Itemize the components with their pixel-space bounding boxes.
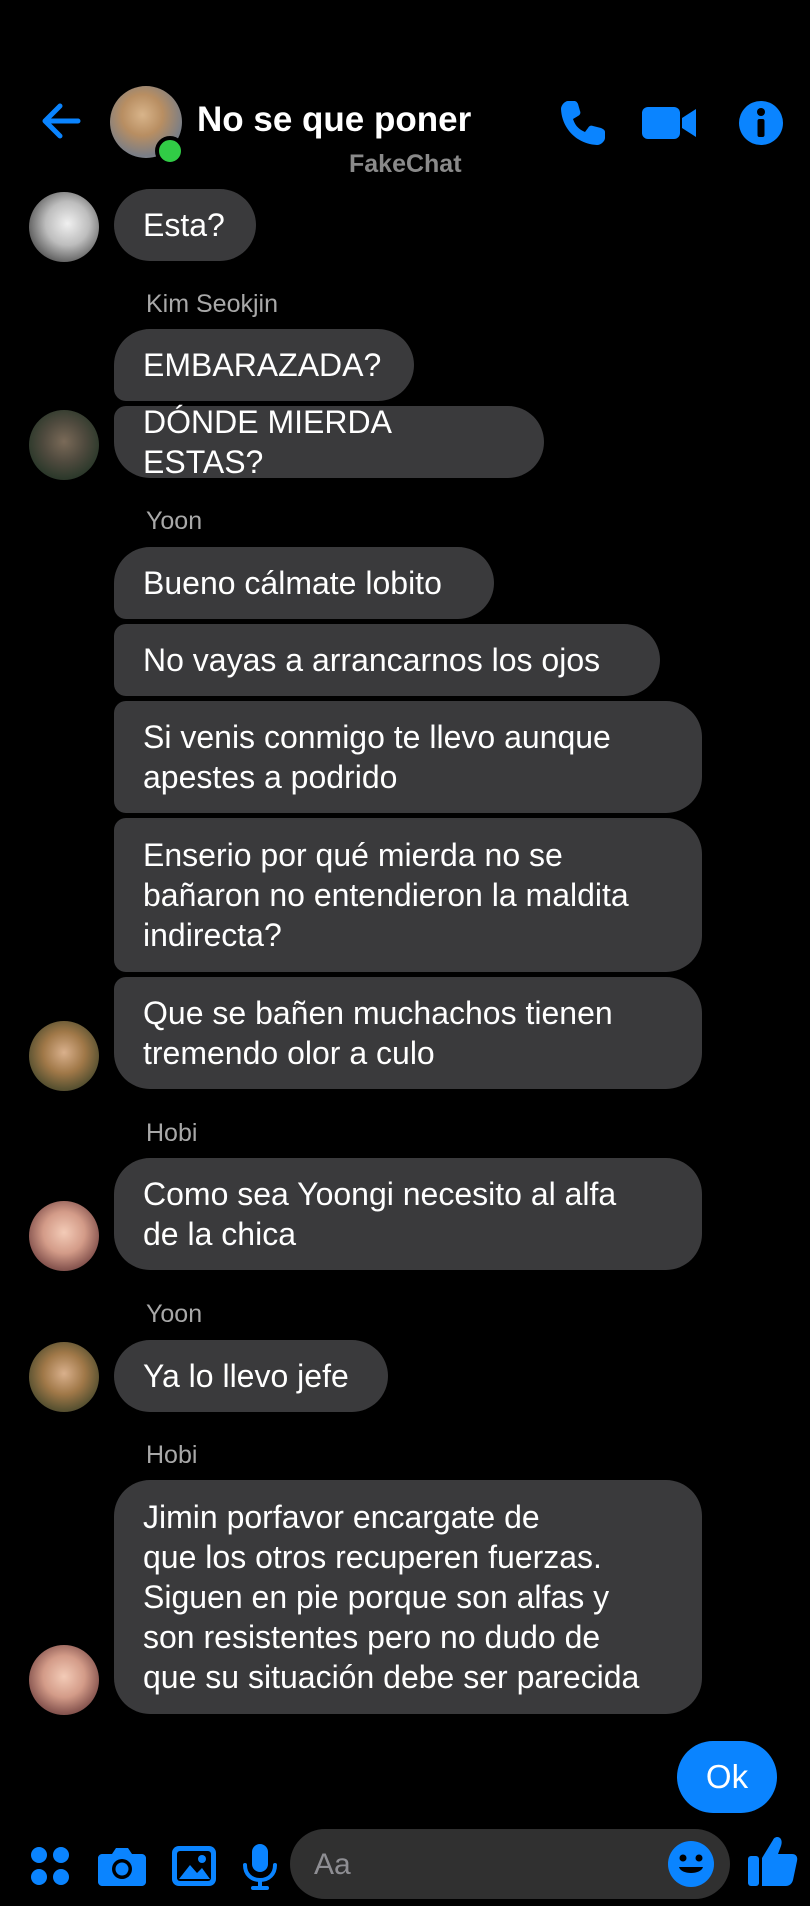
message-bubble[interactable]: Que se bañen muchachos tienen tremendo o… [114,977,702,1089]
microphone-icon[interactable] [232,1838,288,1894]
message-composer[interactable] [290,1829,730,1901]
emoji-icon[interactable] [666,1839,716,1889]
camera-icon[interactable] [94,1838,150,1894]
info-icon[interactable] [734,96,788,150]
watermark: FakeChat [349,150,462,178]
chat-header: No se que poner FakeChat [0,0,810,190]
thumbs-up-icon[interactable] [746,1832,800,1890]
message-bubble[interactable]: No vayas a arrancarnos los ojos [114,624,660,696]
sender-name-label: Kim Seokjin [146,290,278,318]
sender-name-label: Hobi [146,1441,198,1469]
message-bubble[interactable]: Esta? [114,189,256,261]
message-bubble[interactable]: Bueno cálmate lobito [114,547,494,619]
video-camera-icon[interactable] [640,96,698,150]
sender-avatar[interactable] [29,1645,99,1715]
message-bubble[interactable]: Si venis conmigo te llevo aunque apestes… [114,701,702,813]
back-arrow-icon[interactable] [36,96,86,146]
apps-grid-icon[interactable] [22,1838,78,1894]
message-input[interactable] [312,1829,646,1901]
message-bubble[interactable]: Jimin porfavor encargate de que los otro… [114,1480,702,1714]
sender-name-label: Yoon [146,1300,203,1328]
sender-avatar[interactable] [29,410,99,480]
phone-icon[interactable] [556,96,610,150]
message-bubble[interactable]: Como sea Yoongi necesito al alfa de la c… [114,1158,702,1270]
chat-title[interactable]: No se que poner [197,100,471,140]
sender-name-label: Yoon [146,507,203,535]
message-bubble[interactable]: Ya lo llevo jefe [114,1340,388,1412]
outgoing-message-bubble[interactable]: Ok [677,1741,777,1813]
message-bubble[interactable]: EMBARAZADA? [114,329,414,401]
gallery-icon[interactable] [166,1838,222,1894]
message-bubble[interactable]: DÓNDE MIERDA ESTAS? [114,404,544,480]
online-status-indicator [155,136,185,166]
sender-avatar[interactable] [29,1342,99,1412]
message-bubble[interactable]: Enserio por qué mierda no se bañaron no … [114,818,702,972]
sender-name-label: Hobi [146,1119,198,1147]
sender-avatar[interactable] [29,1201,99,1271]
sender-avatar[interactable] [29,192,99,262]
sender-avatar[interactable] [29,1021,99,1091]
